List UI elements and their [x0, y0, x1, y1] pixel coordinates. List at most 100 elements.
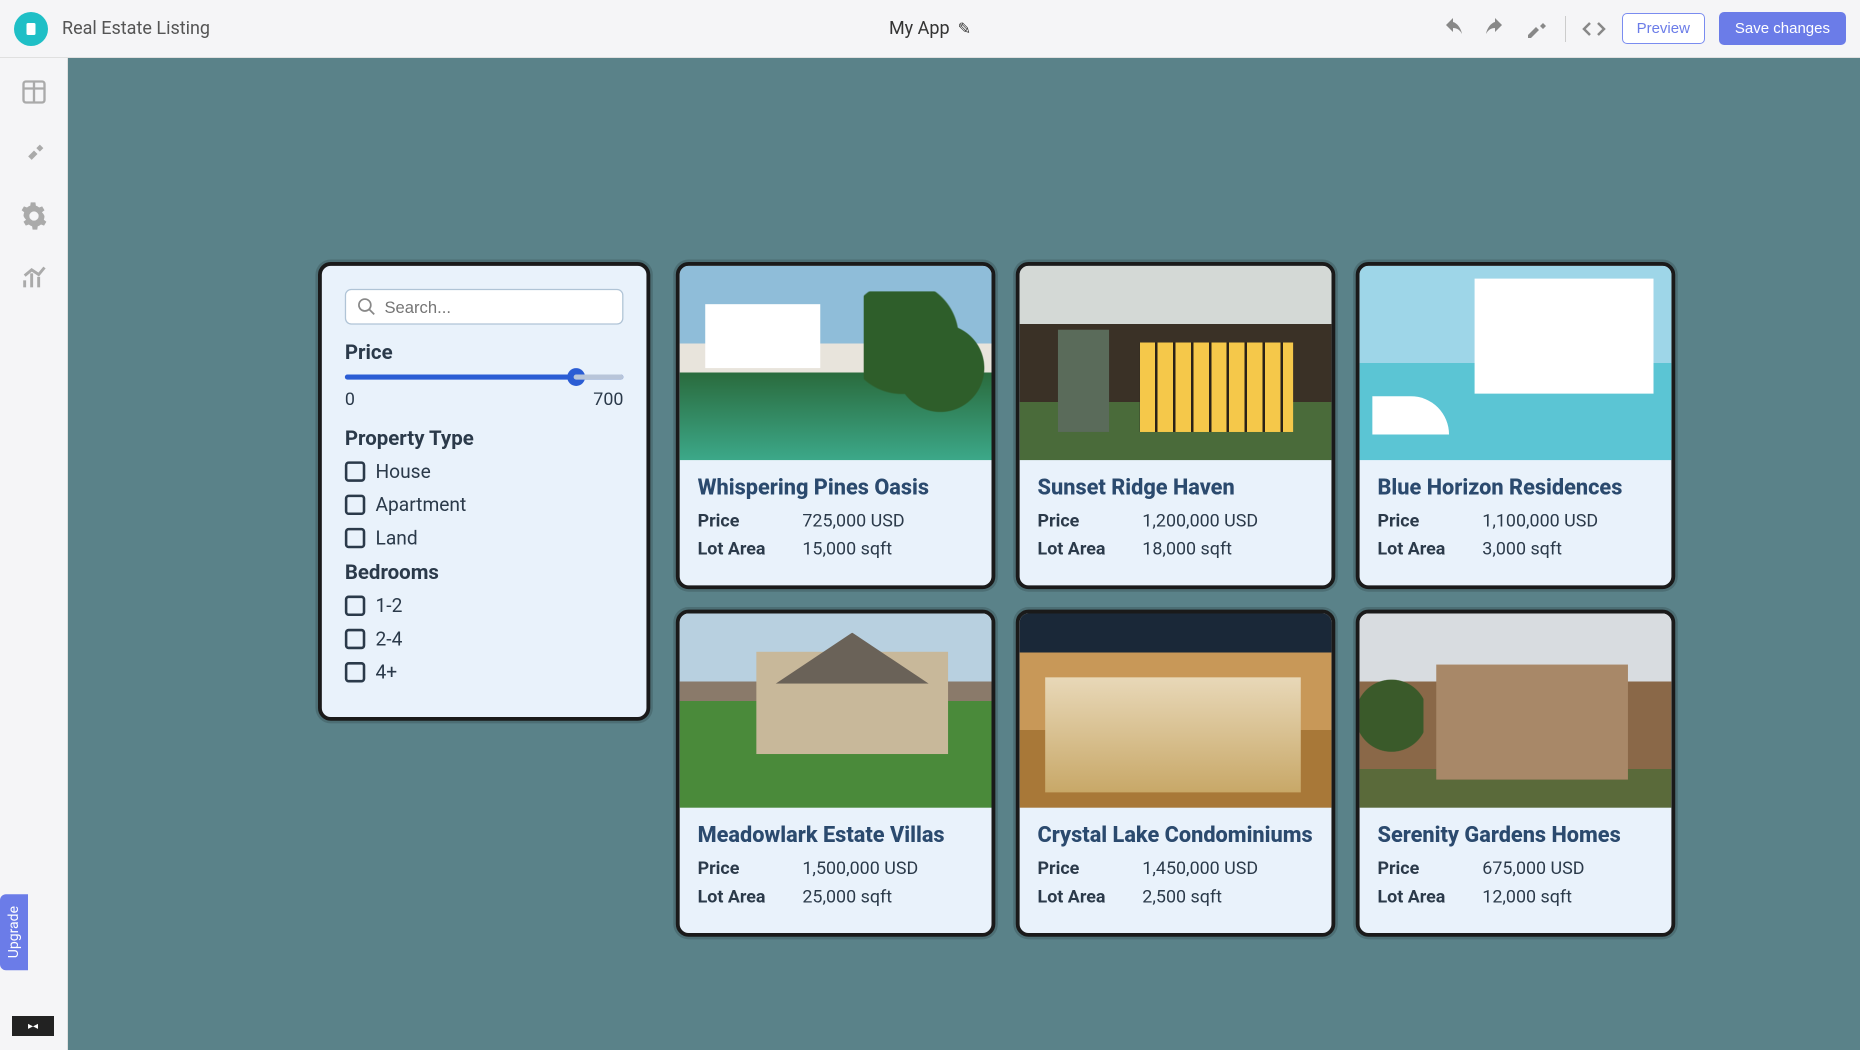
lot-label: Lot Area	[1038, 887, 1143, 907]
search-icon	[356, 297, 376, 317]
listing-title: Serenity Gardens Homes	[1377, 823, 1653, 849]
bedrooms-option[interactable]: 1-2	[345, 594, 624, 617]
price-label: Price	[1377, 511, 1482, 531]
listing-body: Crystal Lake Condominiums Price1,450,000 …	[1020, 808, 1332, 933]
checkbox-icon	[345, 629, 365, 649]
bedrooms-label: 1-2	[376, 594, 403, 617]
lot-value: 25,000 sqft	[802, 887, 892, 907]
price-value: 1,200,000 USD	[1142, 511, 1258, 531]
property-type-option[interactable]: Apartment	[345, 493, 624, 516]
price-label: Price	[1377, 859, 1482, 879]
price-value: 1,500,000 USD	[802, 859, 918, 879]
price-slider[interactable]	[345, 374, 624, 379]
listing-card[interactable]: Serenity Gardens Homes Price675,000 USDLo…	[1356, 610, 1676, 937]
filter-panel: Price 0 700 Property Type House Apartment…	[318, 262, 650, 721]
listing-card[interactable]: Blue Horizon Residences Price1,100,000 US…	[1356, 262, 1676, 589]
brush-icon[interactable]	[18, 138, 50, 170]
listing-image	[680, 613, 992, 807]
listing-body: Meadowlark Estate Villas Price1,500,000 U…	[680, 808, 992, 933]
price-slider-labels: 0 700	[345, 390, 624, 410]
lot-label: Lot Area	[698, 887, 803, 907]
lot-value: 12,000 sqft	[1482, 887, 1572, 907]
lot-value: 3,000 sqft	[1482, 539, 1562, 559]
lot-value: 15,000 sqft	[802, 539, 892, 559]
board: Price 0 700 Property Type House Apartment…	[318, 262, 1675, 937]
lot-label: Lot Area	[1377, 887, 1482, 907]
listing-image	[1020, 266, 1332, 460]
lot-value: 2,500 sqft	[1142, 887, 1222, 907]
bedrooms-heading: Bedrooms	[345, 560, 624, 584]
listing-image	[1360, 266, 1672, 460]
settings-icon[interactable]	[18, 200, 50, 232]
price-value: 1,450,000 USD	[1142, 859, 1258, 879]
top-bar: Real Estate Listing My App ✎ Preview Sav…	[0, 0, 1860, 58]
lot-label: Lot Area	[1377, 539, 1482, 559]
app-name: My App	[889, 18, 950, 39]
search-box[interactable]	[345, 289, 624, 325]
bedrooms-option[interactable]: 4+	[345, 661, 624, 684]
price-label: Price	[698, 859, 803, 879]
price-heading: Price	[345, 340, 624, 364]
property-type-option[interactable]: Land	[345, 527, 624, 550]
checkbox-icon	[345, 495, 365, 515]
listing-body: Whispering Pines Oasis Price725,000 USD Lo…	[680, 460, 992, 585]
bedrooms-label: 2-4	[376, 628, 403, 651]
edit-icon[interactable]: ✎	[958, 19, 971, 38]
checkbox-icon	[345, 662, 365, 682]
listing-image	[680, 266, 992, 460]
property-type-label: House	[376, 460, 431, 483]
checkbox-icon	[345, 528, 365, 548]
listing-body: Serenity Gardens Homes Price675,000 USDLo…	[1360, 808, 1672, 933]
price-min: 0	[345, 390, 355, 410]
top-right-actions: Preview Save changes	[1439, 12, 1846, 45]
hammer-icon[interactable]	[1523, 15, 1551, 43]
undo-icon[interactable]	[1439, 15, 1467, 43]
listing-title: Sunset Ridge Haven	[1038, 475, 1314, 501]
listing-image	[1020, 613, 1332, 807]
listing-image	[1360, 613, 1672, 807]
canvas[interactable]: Price 0 700 Property Type House Apartment…	[68, 58, 1860, 1050]
property-type-label: Land	[376, 527, 418, 550]
listing-card[interactable]: Meadowlark Estate Villas Price1,500,000 U…	[676, 610, 996, 937]
app-name-wrap: My App ✎	[889, 18, 971, 39]
upgrade-button[interactable]: Upgrade	[0, 894, 28, 970]
listing-title: Whispering Pines Oasis	[698, 475, 974, 501]
bedrooms-option[interactable]: 2-4	[345, 628, 624, 651]
left-rail: Upgrade ▸◂	[0, 58, 68, 1050]
redo-icon[interactable]	[1481, 15, 1509, 43]
price-value: 725,000 USD	[802, 511, 904, 531]
code-icon[interactable]	[1580, 15, 1608, 43]
preview-button[interactable]: Preview	[1622, 13, 1705, 44]
property-type-heading: Property Type	[345, 426, 624, 450]
price-label: Price	[1038, 859, 1143, 879]
price-label: Price	[1038, 511, 1143, 531]
main-area: Upgrade ▸◂ Price 0 700 Property Type Hou…	[0, 58, 1860, 1050]
property-type-option[interactable]: House	[345, 460, 624, 483]
page-title: Real Estate Listing	[62, 18, 210, 39]
table-icon[interactable]	[18, 76, 50, 108]
listing-body: Blue Horizon Residences Price1,100,000 US…	[1360, 460, 1672, 585]
price-label: Price	[698, 511, 803, 531]
listing-card[interactable]: Crystal Lake Condominiums Price1,450,000 …	[1016, 610, 1336, 937]
lot-value: 18,000 sqft	[1142, 539, 1232, 559]
analytics-icon[interactable]	[18, 262, 50, 294]
listing-card[interactable]: Whispering Pines Oasis Price725,000 USD Lo…	[676, 262, 996, 589]
lot-label: Lot Area	[698, 539, 803, 559]
listing-title: Blue Horizon Residences	[1377, 475, 1653, 501]
brand-logo[interactable]	[14, 12, 48, 46]
listing-title: Crystal Lake Condominiums	[1038, 823, 1314, 849]
price-value: 1,100,000 USD	[1482, 511, 1598, 531]
listing-body: Sunset Ridge HavenPrice1,200,000 USDLot …	[1020, 460, 1332, 585]
price-max: 700	[593, 390, 623, 410]
checkbox-icon	[345, 596, 365, 616]
search-input[interactable]	[384, 297, 611, 316]
price-value: 675,000 USD	[1482, 859, 1584, 879]
listing-title: Meadowlark Estate Villas	[698, 823, 974, 849]
divider	[1565, 16, 1566, 42]
price-slider-thumb[interactable]	[568, 368, 586, 386]
bottom-badge[interactable]: ▸◂	[12, 1016, 54, 1036]
checkbox-icon	[345, 461, 365, 481]
save-button[interactable]: Save changes	[1719, 12, 1846, 45]
listings-grid: Whispering Pines OasisPrice725,000 USDLo…	[676, 262, 1675, 937]
listing-card[interactable]: Sunset Ridge HavenPrice1,200,000 USDLot …	[1016, 262, 1336, 589]
